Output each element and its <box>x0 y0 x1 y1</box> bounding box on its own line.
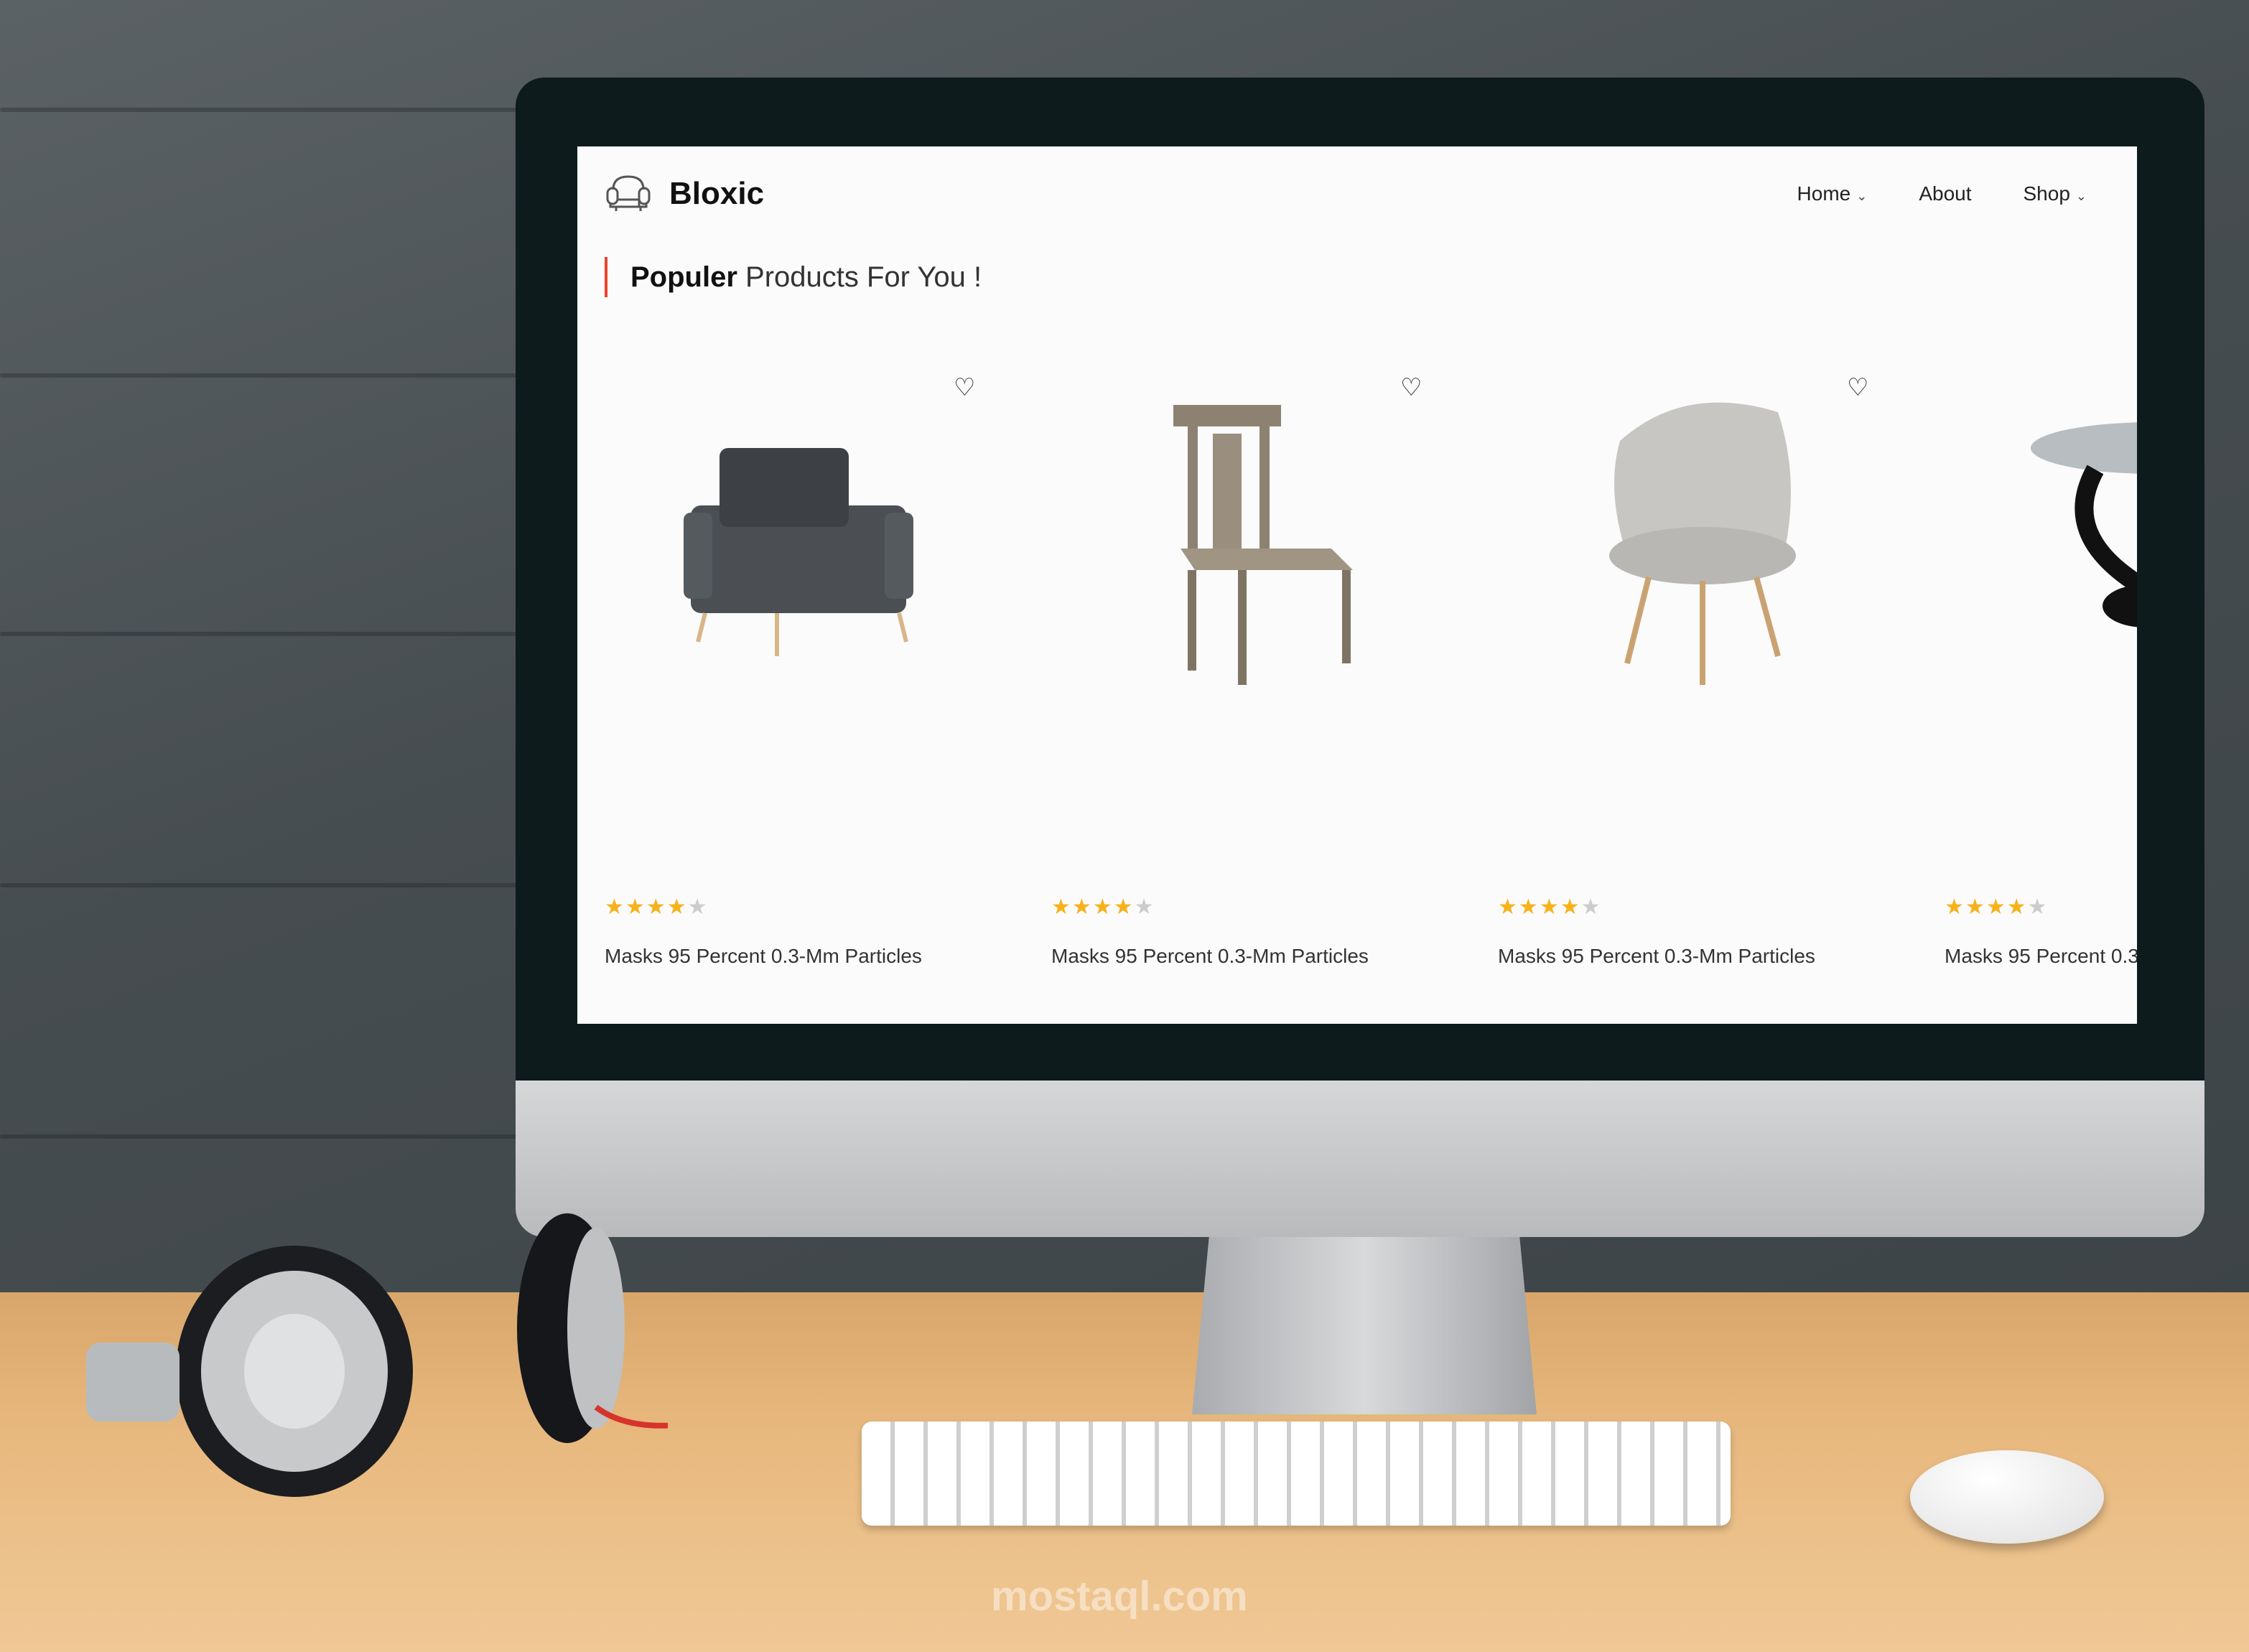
nav-home[interactable]: Home ⌄ <box>1797 182 1868 205</box>
product-image[interactable] <box>648 391 949 692</box>
main-nav: Home ⌄ About Shop ⌄ <box>1797 182 2087 205</box>
brand-name: Bloxic <box>669 176 765 211</box>
nav-shop-label: Shop <box>2023 182 2070 205</box>
star-icon: ★ <box>625 895 646 919</box>
star-rating: ★★★★★ <box>1051 895 1155 920</box>
section-title: Populer Products For You ! <box>605 257 982 297</box>
monitor-chin <box>516 1081 2204 1237</box>
product-card[interactable]: ♡ ★★★★★ Masks 95 Percent 0.3-Mm Particle… <box>1945 362 2137 1008</box>
star-icon: ★ <box>1498 895 1519 919</box>
armchair-icon <box>606 175 651 211</box>
nav-about[interactable]: About <box>1919 182 1971 205</box>
star-icon: ★ <box>646 895 667 919</box>
product-image[interactable] <box>1094 391 1396 692</box>
heart-icon[interactable]: ♡ <box>1847 373 1868 402</box>
star-icon: ★ <box>2027 895 2049 919</box>
product-image[interactable] <box>1541 391 1843 692</box>
headphones <box>86 1213 668 1497</box>
star-rating: ★★★★★ <box>605 895 709 920</box>
star-rating: ★★★★★ <box>1945 895 2049 920</box>
product-title[interactable]: Masks 95 Percent 0.3-Mm Particles <box>1051 939 1453 973</box>
section-title-rest: Products For You ! <box>737 261 982 293</box>
star-icon: ★ <box>1134 895 1155 919</box>
mouse <box>1910 1450 2104 1544</box>
product-image[interactable] <box>1988 391 2137 692</box>
star-icon: ★ <box>1560 895 1581 919</box>
brand-logo[interactable]: Bloxic <box>605 174 764 214</box>
chevron-down-icon: ⌄ <box>1856 189 1868 203</box>
star-icon: ★ <box>1113 895 1135 919</box>
star-icon: ★ <box>687 895 709 919</box>
product-title[interactable]: Masks 95 Percent 0.3-Mm Particles <box>605 939 1007 973</box>
product-card[interactable]: ♡ ★★★★★ Masks 95 Percent 0.3-Mm Particle… <box>605 362 1051 1008</box>
star-icon: ★ <box>2006 895 2028 919</box>
heart-icon[interactable]: ♡ <box>1400 373 1422 402</box>
website-screen: Bloxic Home ⌄ About Shop ⌄ Populer Product… <box>577 146 2137 1024</box>
heart-icon[interactable]: ♡ <box>954 373 975 402</box>
nav-shop[interactable]: Shop ⌄ <box>2024 182 2087 205</box>
star-icon: ★ <box>1539 895 1560 919</box>
chevron-down-icon: ⌄ <box>2075 189 2087 203</box>
star-icon: ★ <box>1580 895 1602 919</box>
star-icon: ★ <box>1518 895 1540 919</box>
star-icon: ★ <box>1985 895 2007 919</box>
section-title-bold: Populer <box>630 261 737 293</box>
star-icon: ★ <box>666 895 688 919</box>
product-card[interactable]: ♡ ★★★★★ Masks 95 Percent 0.3-Mm Particle… <box>1498 362 1945 1008</box>
star-icon: ★ <box>1051 895 1072 919</box>
star-icon: ★ <box>605 895 625 919</box>
star-icon: ★ <box>1965 895 1986 919</box>
watermark: mostaql.com <box>991 1573 1248 1620</box>
product-title[interactable]: Masks 95 Percent 0.3-Mm Particles <box>1498 939 1900 973</box>
star-rating: ★★★★★ <box>1498 895 1602 920</box>
star-icon: ★ <box>1945 895 1965 919</box>
product-title[interactable]: Masks 95 Percent 0.3-Mm Particles <box>1945 939 2137 973</box>
nav-home-label: Home <box>1797 182 1851 205</box>
star-icon: ★ <box>1071 895 1093 919</box>
product-card[interactable]: ♡ ★★★★★ Masks 95 Percent 0.3-Mm Particle… <box>1051 362 1498 1008</box>
monitor-stand <box>1192 1235 1537 1414</box>
keyboard <box>862 1422 1731 1526</box>
star-icon: ★ <box>1092 895 1114 919</box>
